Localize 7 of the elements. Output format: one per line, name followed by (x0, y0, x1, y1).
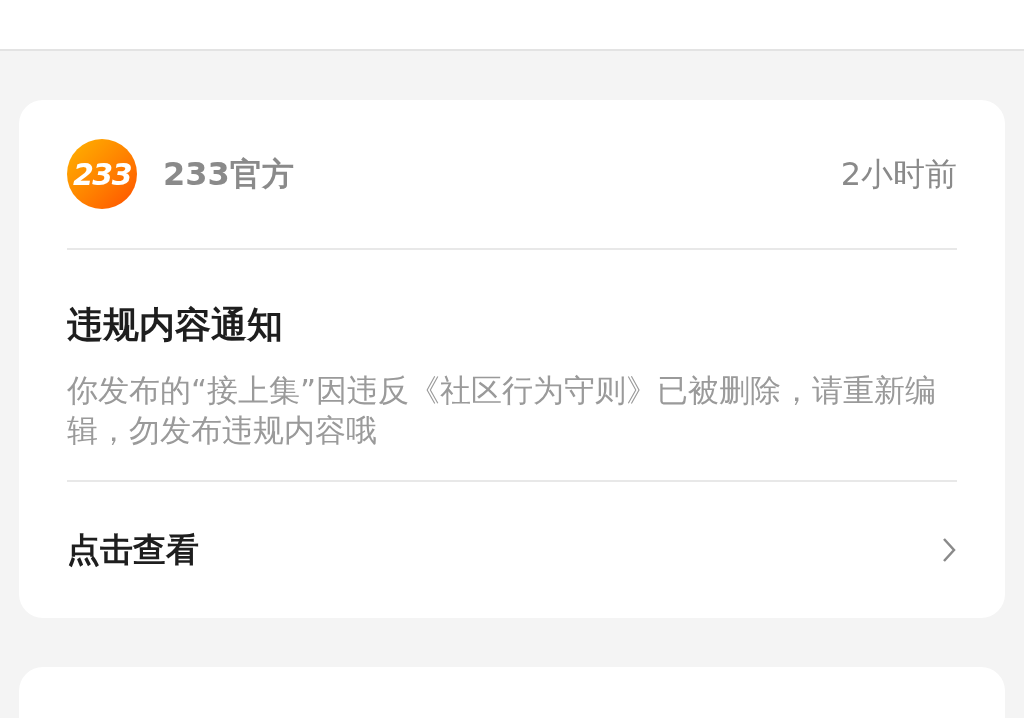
sender-name: 233官方 (163, 154, 294, 195)
avatar-logo: 233 (67, 139, 137, 209)
timestamp: 2小时前 (840, 154, 957, 195)
chevron-right-icon (941, 537, 957, 563)
view-details-link[interactable]: 点击查看 (67, 482, 957, 618)
notification-message: 你发布的“接上集”因违反《社区行为守则》已被删除，请重新编辑，勿发布违规内容哦 (67, 371, 938, 450)
notification-title: 违规内容通知 (67, 303, 284, 347)
